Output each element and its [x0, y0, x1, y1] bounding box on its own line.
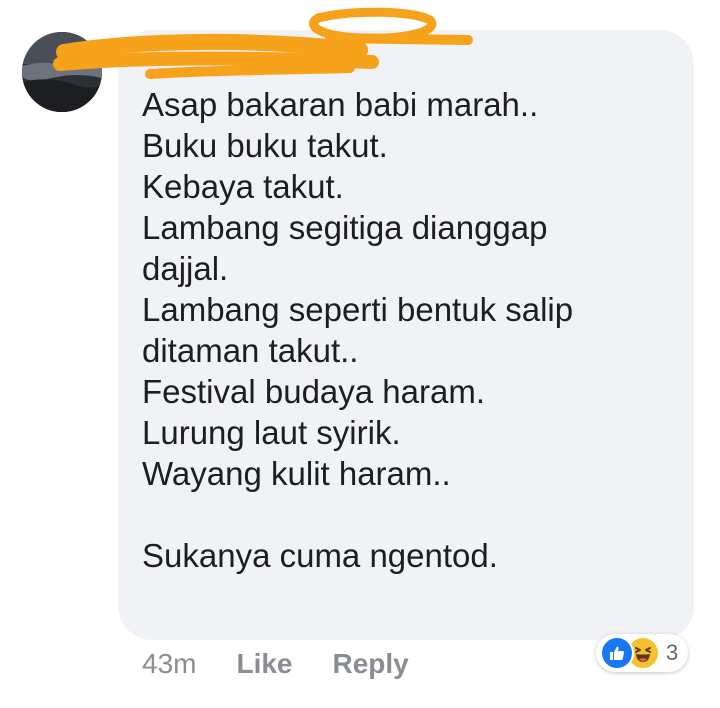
avatar-image — [22, 32, 102, 112]
reply-button[interactable]: Reply — [333, 648, 409, 680]
reactions-summary[interactable]: 3 — [596, 634, 689, 672]
comment-line: Festival budaya haram. — [142, 373, 486, 410]
comment-line: Sukanya cuma ngentod. — [142, 537, 498, 574]
comment-line: Lambang segitiga dianggap — [142, 209, 548, 246]
comment-timestamp[interactable]: 43m — [142, 648, 196, 680]
comment-line — [142, 494, 682, 535]
comment-line: Lambang seperti bentuk salip — [142, 291, 574, 328]
comment-line: Asap bakaran babi marah.. — [142, 86, 539, 123]
comment-line: dajjal. — [142, 250, 229, 287]
reaction-count: 3 — [666, 640, 679, 665]
comment-screenshot: Asap bakaran babi marah.. Buku buku taku… — [0, 0, 720, 708]
comment-actions: 43m Like Reply — [142, 644, 409, 684]
comment-line: Kebaya takut. — [142, 168, 344, 205]
avatar[interactable] — [22, 32, 102, 112]
like-icon — [600, 636, 634, 670]
comment-line: Lurung laut syirik. — [142, 414, 401, 451]
comment-line: Wayang kulit haram.. — [142, 455, 451, 492]
comment-text: Asap bakaran babi marah.. Buku buku taku… — [142, 84, 682, 576]
comment-line: ditaman takut.. — [142, 332, 359, 369]
like-button[interactable]: Like — [236, 648, 292, 680]
comment-line: Buku buku takut. — [142, 127, 388, 164]
